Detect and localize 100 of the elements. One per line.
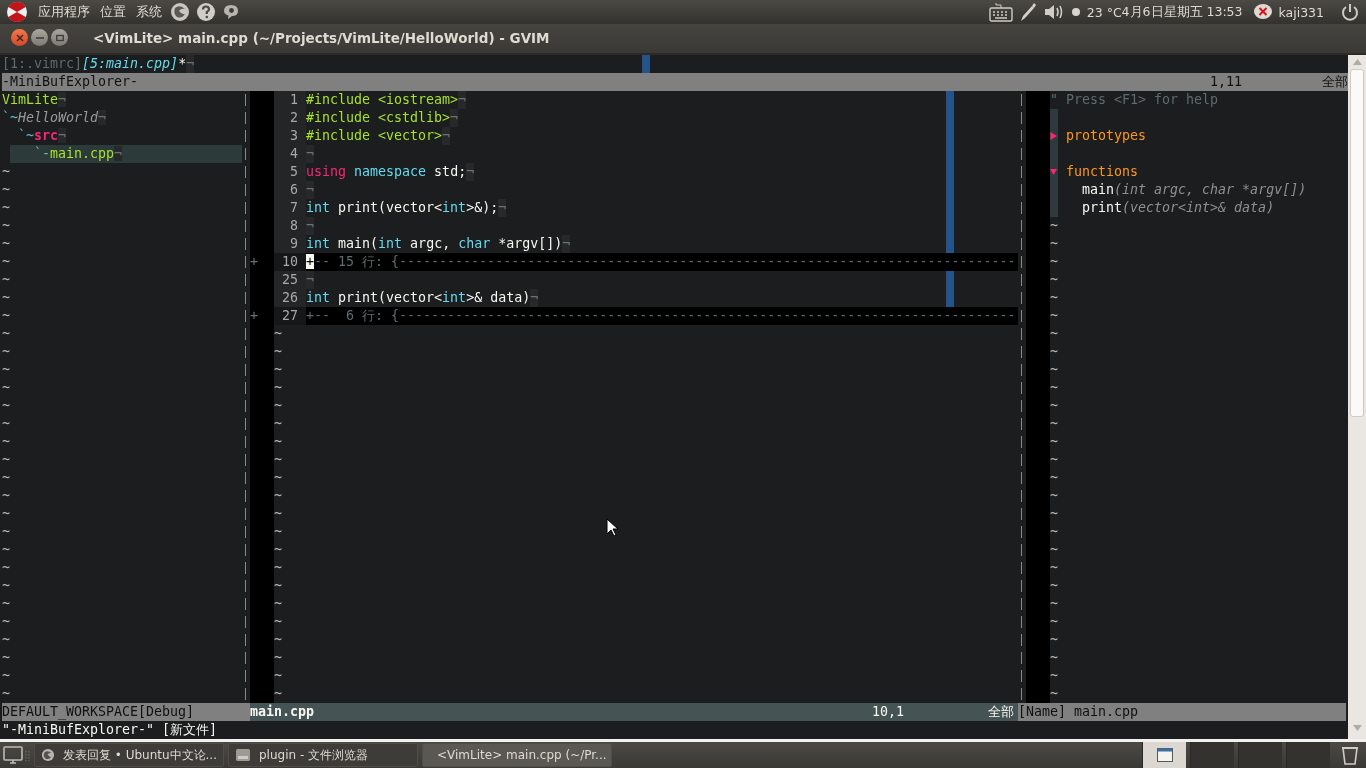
trash-icon[interactable] <box>1340 744 1360 766</box>
filler-line: ~ <box>2 235 10 253</box>
filler-line: ~ <box>1050 325 1058 343</box>
filler-line: ~ <box>2 541 10 559</box>
line-end-mark: ¬ <box>458 91 467 109</box>
tree-item[interactable]: `~HelloWorld¬ <box>2 109 242 127</box>
line-end-mark: ¬ <box>450 109 459 127</box>
fold-marker[interactable]: + <box>250 307 258 325</box>
globe-icon[interactable] <box>170 2 190 22</box>
menu-item[interactable]: 位置 <box>98 3 128 21</box>
scrollbar-thumb[interactable] <box>1350 69 1364 417</box>
filler-line: ~ <box>1050 415 1058 433</box>
help-icon[interactable] <box>196 2 216 22</box>
chat-bubble-icon[interactable] <box>222 3 240 21</box>
code-text: namespace <box>354 163 427 181</box>
status-file: main.cpp <box>250 703 316 721</box>
code-text: *argv[]) <box>497 235 563 253</box>
filler-line: ~ <box>2 487 10 505</box>
filler-line: ~ <box>274 541 282 559</box>
code-text: std; <box>433 163 467 181</box>
filler-line: ~ <box>2 577 10 595</box>
line-number: 27 <box>274 307 306 325</box>
filler-line: ~ <box>1050 379 1058 397</box>
scroll-position: 全部 <box>988 703 1015 721</box>
buffer-tab[interactable]: [5:main.cpp] <box>82 55 179 73</box>
mouse-pointer-icon <box>606 518 618 537</box>
filler-line: ~ <box>2 559 10 577</box>
filler-line: ~ <box>274 685 282 703</box>
line-number: 25 <box>274 271 306 289</box>
pen-icon[interactable] <box>1018 2 1037 22</box>
status-text: -MiniBufExplorer- <box>2 73 140 91</box>
filler-line: ~ <box>274 613 282 631</box>
clock-text[interactable]: 4月6日星期五 13:53 <box>1121 3 1243 21</box>
tag-group[interactable]: prototypes <box>1066 127 1147 145</box>
line-end-mark: ¬ <box>306 145 314 163</box>
menu-item[interactable]: 应用程序 <box>36 3 92 21</box>
globe-icon <box>41 747 55 763</box>
tag-item[interactable]: main(int argc, char *argv[]) <box>1066 181 1307 199</box>
filler-line: ~ <box>274 667 282 685</box>
code-text: int <box>442 199 467 217</box>
code-text: print(vector< <box>337 289 443 307</box>
filler-line: ~ <box>274 433 282 451</box>
filler-line: ~ <box>1050 361 1058 379</box>
taskbar-button[interactable]: plugin - 文件浏览器 <box>228 743 418 767</box>
filler-line: ~ <box>274 325 282 343</box>
filler-line: ~ <box>1050 307 1058 325</box>
filler-line: ~ <box>274 487 282 505</box>
filler-line: ~ <box>1050 523 1058 541</box>
window-title: <VimLite> main.cpp (~/Projects/VimLite/HelloWorld) - GVIM <box>93 29 550 46</box>
tree-item[interactable]: `~src¬ <box>2 127 242 145</box>
filler-line: ~ <box>1050 343 1058 361</box>
code-text: char <box>458 235 491 253</box>
workspace-cell[interactable] <box>1142 742 1186 768</box>
filler-line: ~ <box>2 199 10 217</box>
tree-item[interactable]: VimLite¬ <box>2 91 242 109</box>
power-icon[interactable] <box>1340 2 1360 22</box>
code-text: >& data) <box>466 289 531 307</box>
filler-line: ~ <box>1050 469 1058 487</box>
workspace-cell[interactable] <box>1286 742 1330 768</box>
filler-line: ~ <box>2 325 10 343</box>
fold-marker[interactable]: + <box>250 253 258 271</box>
collapsed-arrow-icon[interactable] <box>1050 132 1057 140</box>
taskbar-button[interactable]: 发表回复 • Ubuntu中文论... <box>34 743 224 767</box>
line-end-mark: ¬ <box>530 289 539 307</box>
filler-line: ~ <box>1050 433 1058 451</box>
expanded-arrow-icon[interactable] <box>1050 168 1057 176</box>
maximize-button[interactable] <box>51 29 68 46</box>
filler-line: ~ <box>1050 595 1058 613</box>
tag-group[interactable]: functions <box>1066 163 1139 181</box>
filler-line: ~ <box>274 451 282 469</box>
line-number: 2 <box>274 109 306 127</box>
help-text: " Press <F1> for help <box>1050 91 1219 109</box>
workspace-cell[interactable] <box>1190 742 1234 768</box>
minimize-button[interactable] <box>31 29 48 46</box>
window-icon <box>1156 748 1173 762</box>
filler-line: ~ <box>1050 451 1058 469</box>
close-button[interactable] <box>11 29 28 46</box>
tag-item[interactable]: print(vector<int>& data) <box>1066 199 1275 217</box>
filler-line: ~ <box>2 433 10 451</box>
drive-icon <box>235 747 251 763</box>
scrollbar[interactable] <box>1348 55 1366 739</box>
line-end-mark: ¬ <box>306 217 314 235</box>
code-text: int <box>306 235 331 253</box>
volume-icon[interactable] <box>1042 3 1065 21</box>
user-name[interactable]: kaji331 <box>1278 4 1324 20</box>
keyboard-icon[interactable] <box>988 2 1013 22</box>
menu-item[interactable]: 系统 <box>134 3 164 21</box>
weather-text[interactable]: 23 °C <box>1086 4 1122 20</box>
filler-line: ~ <box>274 415 282 433</box>
error-bubble-icon[interactable] <box>1252 3 1273 21</box>
column-marker <box>642 55 650 73</box>
segmented-circle-icon[interactable] <box>6 1 28 23</box>
show-desktop-icon[interactable] <box>2 744 30 766</box>
code-text: int <box>378 235 403 253</box>
workspace-cell[interactable] <box>1238 742 1282 768</box>
taskbar-button[interactable]: <VimLite> main.cpp (~/Pr... <box>422 743 612 767</box>
close-icon <box>15 33 24 42</box>
filler-line: ~ <box>2 415 10 433</box>
filler-line: ~ <box>1050 271 1058 289</box>
filler-line: ~ <box>2 667 10 685</box>
